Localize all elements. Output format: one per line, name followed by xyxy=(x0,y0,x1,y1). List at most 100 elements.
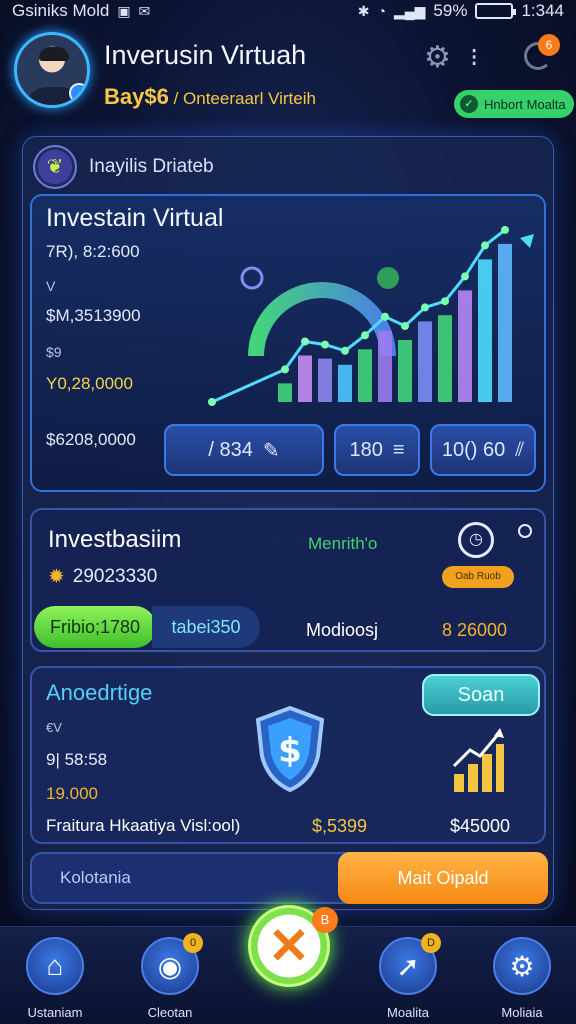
nav-label-growth: Moalita xyxy=(387,1005,429,1020)
subtitle-bold: Bay$6 xyxy=(104,84,169,109)
investment-summary-card[interactable]: Investbasiim Menrith'o ◷ Oab Ruob ✹ 2902… xyxy=(30,508,546,652)
bottom-navigation: ⌂ Ustaniam ◉ 0 Cleotan ✕ B ➚ D Moalita ⚙… xyxy=(0,905,576,1024)
growth-badge: D xyxy=(421,933,441,953)
trend-point-4 xyxy=(341,346,349,355)
investment-title: Investbasiim xyxy=(48,526,182,553)
center-action-badge: B xyxy=(312,907,338,933)
stat-line-4: $9 xyxy=(46,344,62,360)
trend-point-3 xyxy=(321,340,329,349)
chart-bar-1 xyxy=(278,383,292,402)
status-left-text: Gsiniks Mold xyxy=(12,1,110,20)
verified-badge-icon xyxy=(69,83,87,103)
primary-investment-label: Fribio;1780 xyxy=(49,616,141,637)
advantage-value-2: $45000 xyxy=(450,816,511,836)
sun-icon: ✹ xyxy=(48,566,65,588)
chart-bar-2 xyxy=(298,355,312,402)
trend-point-12 xyxy=(501,226,509,234)
subtitle-text: / Onteeraarl Virteih xyxy=(173,89,316,108)
trend-point-11 xyxy=(481,241,489,250)
chart-bar-3 xyxy=(318,358,332,402)
trend-point-9 xyxy=(441,297,449,306)
nav-item-people[interactable]: ◉ 0 Cleotan xyxy=(130,933,210,1020)
trend-point-10 xyxy=(461,272,469,281)
status-bar: Gsiniks Mold ▣ ✉ ✱ ◔ ▂▄▆ 59% 1:344 xyxy=(0,0,576,22)
trend-point-0 xyxy=(208,398,216,406)
metric-chip-2-label: 180 xyxy=(349,438,383,461)
dashboard-header: ❦ Inayilis Driateb xyxy=(33,145,214,189)
trend-arrow-icon xyxy=(520,234,534,248)
trend-point-2 xyxy=(301,337,309,346)
mode-value-label: Modioosj xyxy=(306,620,379,640)
wifi-icon: ◔ xyxy=(377,3,386,19)
nav-item-growth[interactable]: ➚ D Moalita xyxy=(368,933,448,1020)
nav-item-home[interactable]: ⌂ Ustaniam xyxy=(15,937,95,1020)
nav-item-settings[interactable]: ⚙ Moliaia xyxy=(482,937,562,1020)
stat-line-6: $6208,0000 xyxy=(46,430,136,449)
avatar-hair xyxy=(39,47,69,61)
gear-icon: ⚙ xyxy=(493,937,551,995)
app-header: Inverusin Virtuah Bay$6 / Onteeraarl Vir… xyxy=(0,22,576,122)
advantage-footer-label: Fraitura Hkaatiya Visl:ool) xyxy=(46,816,241,835)
more-options-icon[interactable]: ⁝ xyxy=(470,42,478,73)
scan-button-label: Soan xyxy=(457,683,505,706)
people-icon: ◉ 0 xyxy=(141,933,203,995)
app-title: Inverusin Virtuah xyxy=(104,40,307,70)
bluetooth-icon: ✱ xyxy=(357,2,370,19)
advantage-line-3: 19.000 xyxy=(46,784,98,803)
metric-chip-1[interactable]: / 834 ✎ xyxy=(164,424,324,476)
scan-button[interactable]: Soan xyxy=(422,674,540,716)
mode-toggle-button[interactable]: ✓ Hnbort Moalta xyxy=(454,90,574,118)
chart-bar-9 xyxy=(438,315,452,402)
mode-value-amount: 8 26000 xyxy=(442,620,508,640)
battery-percent: 59% xyxy=(433,1,468,20)
advantage-value-1: $,5399 xyxy=(312,816,368,836)
metric-chip-3-label: 10() 60 xyxy=(441,438,506,461)
signal-icon: ▂▄▆ xyxy=(393,2,426,19)
pencil-icon: ✎ xyxy=(262,439,280,462)
list-icon: ≡ xyxy=(392,438,405,461)
home-icon: ⌂ xyxy=(26,937,84,995)
investment-subtitle: Menrith'o xyxy=(308,534,378,553)
advantage-card[interactable]: Anoedrtige Soan €V 9| 58:58 19.000 $ Fra… xyxy=(30,666,546,844)
metric-chip-3[interactable]: 10() 60 ⫽ xyxy=(430,424,536,476)
primary-action-button[interactable]: Mait Oipald xyxy=(338,852,548,904)
mail-icon: ✉ xyxy=(138,2,151,19)
settings-gear-icon[interactable]: ⚙ xyxy=(424,40,451,75)
mode-icon: ✓ xyxy=(460,95,478,113)
growth-chart xyxy=(208,226,534,406)
ring-marker-right xyxy=(377,267,399,289)
app-subtitle: Bay$6 / Onteeraarl Virteih xyxy=(104,84,316,110)
action-left-link[interactable]: Kolotania xyxy=(60,868,131,888)
chart-bar-4 xyxy=(338,364,352,402)
metric-chip-row: / 834 ✎ 180 ≡ 10() 60 ⫽ xyxy=(164,424,536,476)
status-tag: Oab Ruob xyxy=(442,566,514,588)
stat-line-2: V xyxy=(46,278,56,294)
avatar[interactable] xyxy=(14,32,90,108)
primary-action-label: Mait Oipald xyxy=(397,867,489,888)
chart-bar-6 xyxy=(378,330,392,402)
clock: 1:344 xyxy=(521,1,564,20)
metric-chip-2[interactable]: 180 ≡ xyxy=(334,424,420,476)
advantage-title: Anoedrtige xyxy=(46,680,153,705)
secondary-investment-label: tabei350 xyxy=(171,616,241,637)
trend-point-7 xyxy=(401,322,409,330)
trend-point-1 xyxy=(281,365,289,374)
chart-bar-10 xyxy=(458,290,472,402)
notification-count-badge: 6 xyxy=(538,34,560,56)
investment-amount: 29023330 xyxy=(72,565,158,587)
timer-icon[interactable]: ◷ xyxy=(458,522,494,558)
chart-bar-12 xyxy=(498,243,512,402)
primary-investment-button[interactable]: Fribio;1780 xyxy=(34,606,156,648)
svg-text:$: $ xyxy=(278,731,302,771)
growth-icon: ➚ D xyxy=(379,933,441,995)
dashboard-title: Inayilis Driateb xyxy=(89,156,214,177)
secondary-investment-button[interactable]: tabei350 xyxy=(152,606,260,648)
investment-chart-card[interactable]: Investain Virtual 7R), 8:2:600 V $M,3513… xyxy=(30,194,546,492)
investment-amount-row: ✹ 29023330 xyxy=(48,564,157,589)
dashboard-logo-icon: ❦ xyxy=(33,145,77,189)
trend-point-5 xyxy=(361,331,369,340)
people-badge: 0 xyxy=(183,933,203,953)
status-dot-icon xyxy=(518,524,532,538)
growth-bars-icon xyxy=(452,728,504,792)
action-bar: Kolotania Mait Oipald xyxy=(30,852,548,904)
